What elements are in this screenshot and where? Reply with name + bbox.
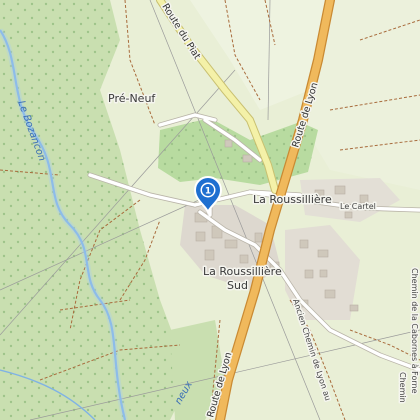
label-chemin: Chemin xyxy=(398,372,407,403)
marker-number: 1 xyxy=(205,187,211,197)
label-pre-neuf: Pré-Neuf xyxy=(108,92,156,105)
label-la-roussilliere-sud-line1: La Roussillière xyxy=(203,265,282,278)
map-view[interactable]: Pré-Neuf Route du Piat Route de Lyon Rou… xyxy=(0,0,420,420)
label-le-cartel: Le Cartel xyxy=(340,202,376,211)
label-la-roussilliere-sud-line2: Sud xyxy=(227,279,248,292)
label-la-roussilliere: La Roussillière xyxy=(253,193,332,206)
label-chemin-cabornes: Chemin de la Cabornes à Forne xyxy=(410,268,419,394)
